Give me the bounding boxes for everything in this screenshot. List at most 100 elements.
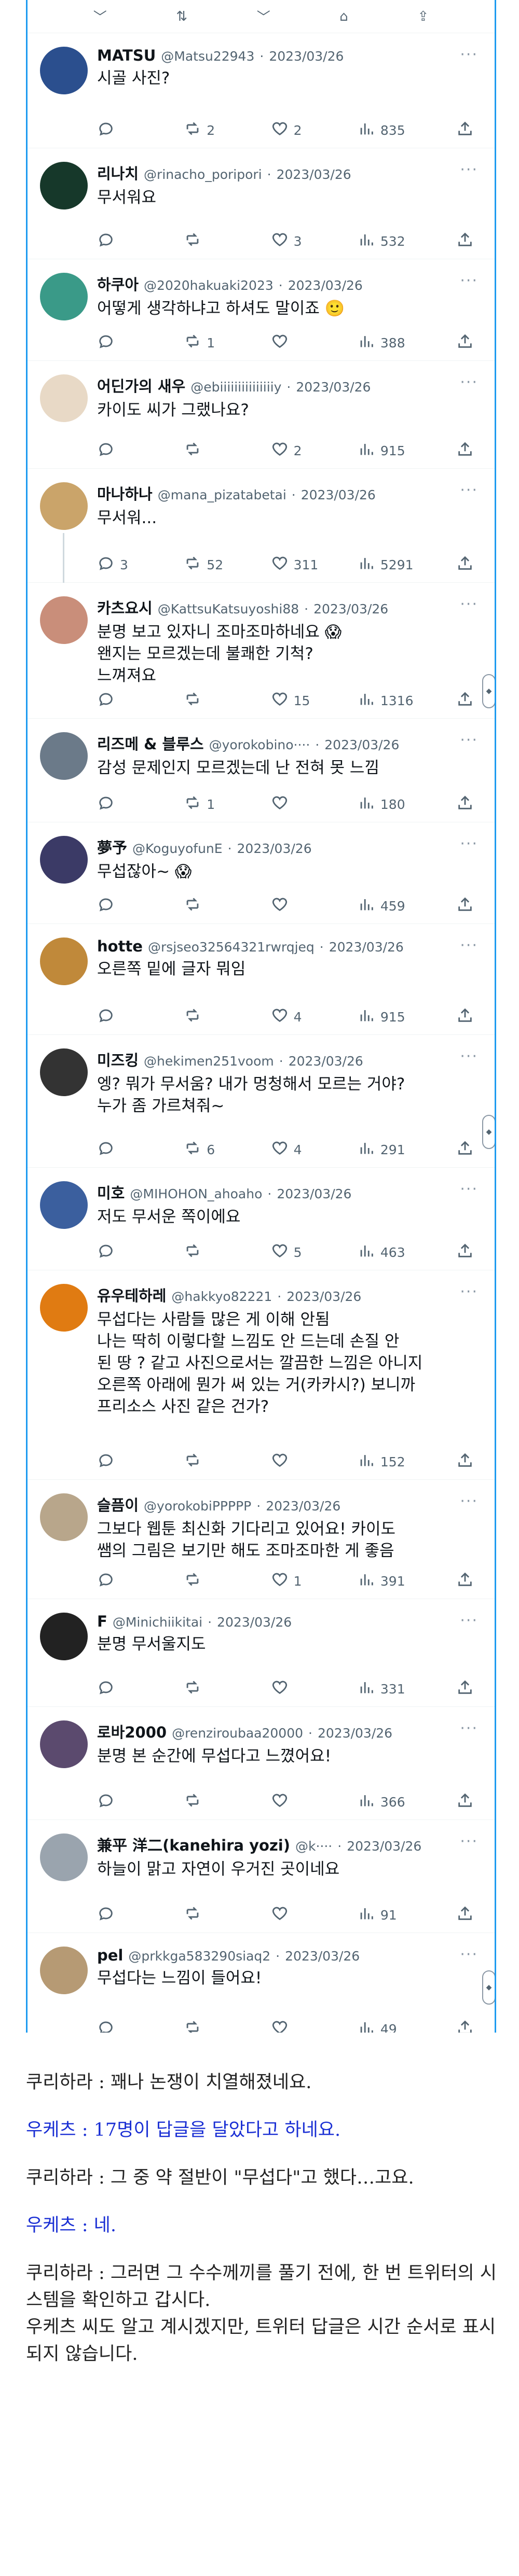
more-options-icon[interactable]: ··· <box>460 1180 478 1198</box>
post-date[interactable]: 2023/03/26 <box>277 1186 351 1201</box>
like-button[interactable] <box>271 1678 358 1699</box>
more-options-icon[interactable]: ··· <box>460 1719 478 1738</box>
reply-tweet[interactable]: 슬픔이 @yorokobiPPPPP · 2023/03/26 ··· 그보다 … <box>28 1480 495 1599</box>
post-date[interactable]: 2023/03/26 <box>296 380 371 395</box>
avatar[interactable] <box>40 596 88 644</box>
reply-tweet[interactable]: MATSU @Matsu22943 · 2023/03/26 ··· 시골 사진… <box>28 33 495 148</box>
like-button[interactable]: 5 <box>271 1242 358 1263</box>
share-button[interactable] <box>456 554 474 575</box>
avatar[interactable] <box>40 836 88 884</box>
avatar[interactable] <box>40 1833 88 1881</box>
avatar[interactable] <box>40 1947 88 1994</box>
views-button[interactable]: 366 <box>358 1791 456 1812</box>
retweet-button[interactable] <box>184 1678 270 1699</box>
user-handle[interactable]: @prkkga583290siaq2 <box>128 1949 270 1964</box>
reply-button[interactable] <box>97 690 184 711</box>
views-button[interactable]: 331 <box>358 1678 456 1699</box>
display-name[interactable]: F <box>97 1613 107 1630</box>
user-handle[interactable]: @k···· <box>295 1839 332 1854</box>
views-button[interactable]: 152 <box>358 1451 456 1472</box>
user-handle[interactable]: @hekimen251voom <box>144 1054 274 1069</box>
more-options-icon[interactable]: ··· <box>460 1612 478 1630</box>
reply-tweet[interactable]: 로바2000 @renziroubaa20000 · 2023/03/26 ··… <box>28 1707 495 1820</box>
like-button[interactable]: 3 <box>271 231 358 251</box>
more-options-icon[interactable]: ··· <box>460 373 478 391</box>
retweet-button[interactable] <box>184 2019 270 2033</box>
share-button[interactable] <box>456 895 474 916</box>
share-button[interactable] <box>456 1678 474 1699</box>
share-button[interactable] <box>456 2019 474 2033</box>
views-button[interactable]: 180 <box>358 794 456 815</box>
views-button[interactable]: 1316 <box>358 690 456 711</box>
post-date[interactable]: 2023/03/26 <box>301 487 376 502</box>
like-button[interactable]: 15 <box>271 690 358 711</box>
share-button[interactable] <box>456 1006 474 1027</box>
avatar[interactable] <box>40 1720 88 1768</box>
like-button[interactable] <box>271 794 358 815</box>
retweet-button[interactable] <box>184 1571 270 1591</box>
views-button[interactable]: 915 <box>358 1006 456 1027</box>
reply-tweet[interactable]: 兼平 洋二(kanehira yozi) @k···· · 2023/03/26… <box>28 1820 495 1933</box>
views-button[interactable]: 835 <box>358 120 456 141</box>
views-button[interactable]: 291 <box>358 1139 456 1160</box>
like-button[interactable]: 1 <box>271 1571 358 1591</box>
more-options-icon[interactable]: ··· <box>460 1047 478 1066</box>
reply-button[interactable] <box>97 1571 184 1591</box>
post-date[interactable]: 2023/03/26 <box>217 1615 292 1630</box>
views-button[interactable]: 91 <box>358 1905 456 1925</box>
reply-tweet[interactable]: 리즈메 & 블루스 @yorokobino···· · 2023/03/26 ·… <box>28 719 495 822</box>
reply-button[interactable] <box>97 895 184 916</box>
like-button[interactable] <box>271 895 358 916</box>
like-button[interactable]: 4 <box>271 1139 358 1160</box>
post-date[interactable]: 2023/03/26 <box>237 841 312 856</box>
post-date[interactable]: 2023/03/26 <box>277 167 351 182</box>
avatar[interactable] <box>40 1284 88 1332</box>
like-button[interactable] <box>271 1451 358 1472</box>
bookmark-icon[interactable]: ⌂ <box>339 9 348 24</box>
post-date[interactable]: 2023/03/26 <box>329 940 404 955</box>
display-name[interactable]: 리즈메 & 블루스 <box>97 732 204 754</box>
post-date[interactable]: 2023/03/26 <box>289 1054 363 1069</box>
like-button[interactable]: 311 <box>271 554 358 575</box>
reply-tweet[interactable]: 어딘가의 새우 @ebiiiiiiiiiiiiiiiy · 2023/03/26… <box>28 361 495 469</box>
retweet-button[interactable]: 52 <box>184 554 270 575</box>
post-date[interactable]: 2023/03/26 <box>286 1289 361 1304</box>
user-handle[interactable]: @2020hakuaki2023 <box>144 278 274 293</box>
more-options-icon[interactable]: ··· <box>460 835 478 853</box>
retweet-button[interactable] <box>184 1905 270 1925</box>
retweet-button[interactable] <box>184 1791 270 1812</box>
reply-button[interactable] <box>97 440 184 461</box>
share-button[interactable] <box>456 120 474 141</box>
reply-button[interactable] <box>97 1242 184 1263</box>
user-handle[interactable]: @Matsu22943 <box>161 49 254 64</box>
reply-tweet[interactable]: pel @prkkga583290siaq2 · 2023/03/26 ··· … <box>28 1933 495 2033</box>
retweet-button[interactable] <box>184 440 270 461</box>
reply-tweet[interactable]: F @Minichiikitai · 2023/03/26 ··· 분명 무서울… <box>28 1599 495 1707</box>
avatar[interactable] <box>40 374 88 422</box>
user-handle[interactable]: @MIHOHON_ahoaho <box>130 1186 262 1201</box>
user-handle[interactable]: @renziroubaa20000 <box>172 1726 303 1741</box>
reply-tweet[interactable]: 미즈킹 @hekimen251voom · 2023/03/26 ··· 엥? … <box>28 1035 495 1168</box>
views-button[interactable]: 5291 <box>358 554 456 575</box>
share-button[interactable] <box>456 1242 474 1263</box>
user-handle[interactable]: @ebiiiiiiiiiiiiiiiy <box>190 380 281 395</box>
reply-button[interactable] <box>97 1451 184 1472</box>
reply-button[interactable] <box>97 332 184 353</box>
reply-button[interactable] <box>97 794 184 815</box>
share-button[interactable] <box>456 231 474 251</box>
reply-button[interactable]: 3 <box>97 554 184 575</box>
reply-button[interactable] <box>97 1006 184 1027</box>
display-name[interactable]: 어딘가의 새우 <box>97 374 185 396</box>
retweet-button[interactable]: 1 <box>184 332 270 353</box>
display-name[interactable]: 미즈킹 <box>97 1048 139 1070</box>
more-options-icon[interactable]: ··· <box>460 595 478 613</box>
share-button[interactable] <box>456 440 474 461</box>
retweet-button[interactable]: 6 <box>184 1139 270 1160</box>
reply-tweet[interactable]: 유우테하레 @hakkyo82221 · 2023/03/26 ··· 무섭다는… <box>28 1270 495 1480</box>
avatar[interactable] <box>40 1493 88 1541</box>
like-button[interactable] <box>271 1905 358 1925</box>
reply-button[interactable] <box>97 1678 184 1699</box>
display-name[interactable]: 유우테하레 <box>97 1284 166 1306</box>
share-button[interactable] <box>456 1905 474 1925</box>
share-button[interactable] <box>456 1791 474 1812</box>
